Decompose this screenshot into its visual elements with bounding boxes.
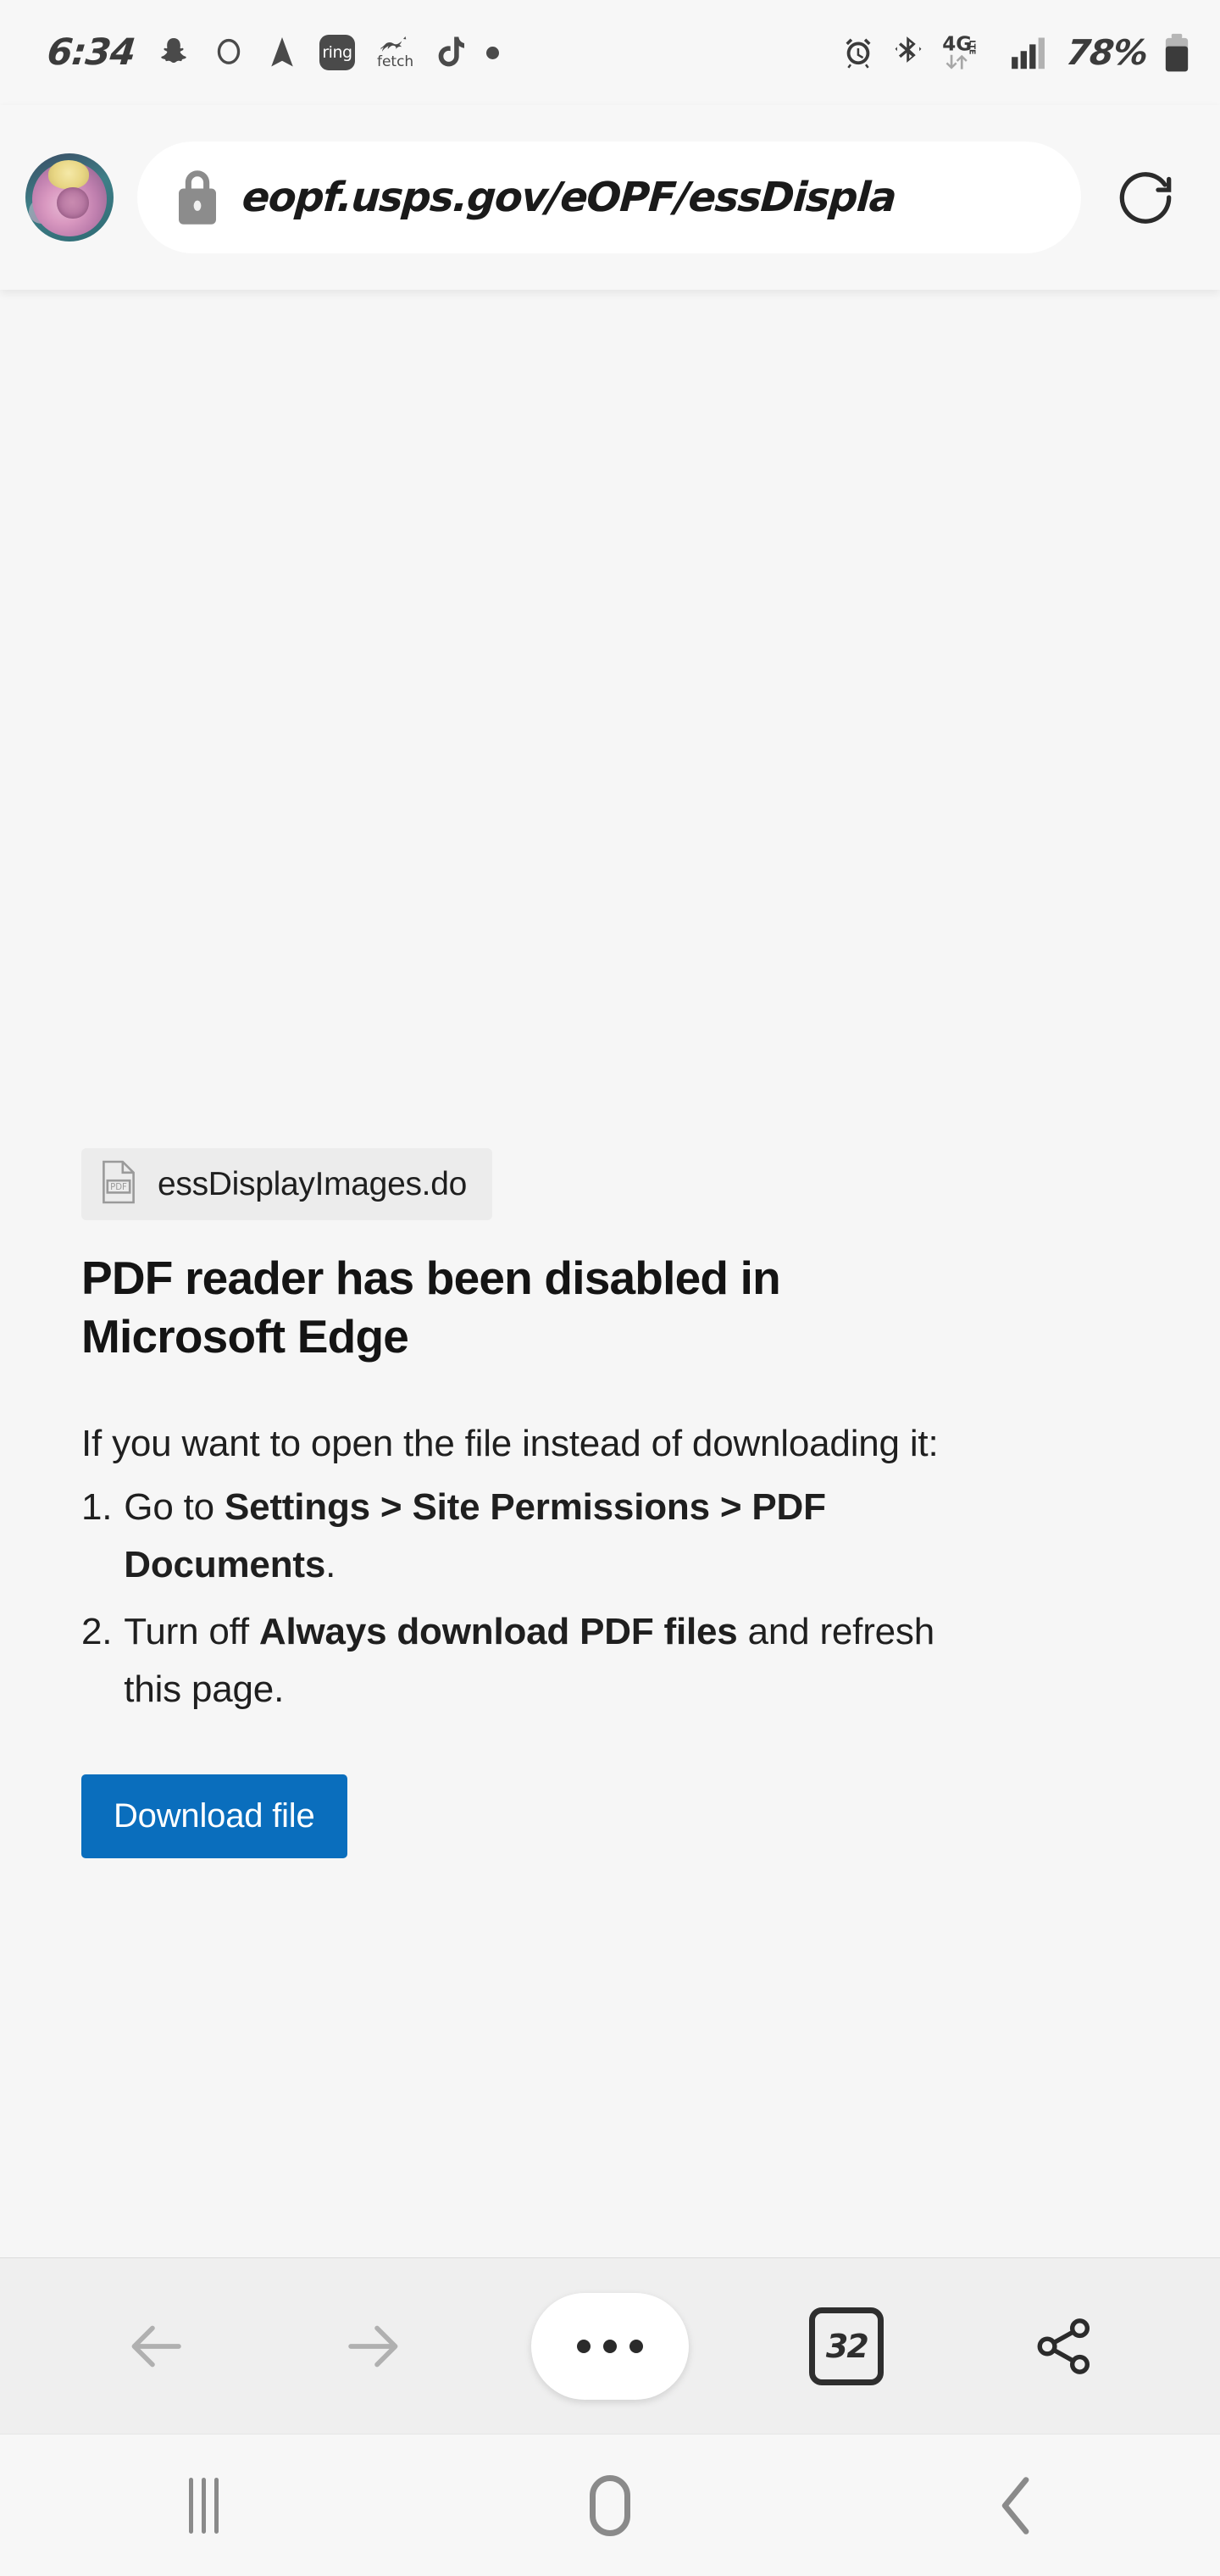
status-bar-left: 6:34 ring fetch	[45, 31, 500, 74]
address-bar[interactable]: eopf.usps.gov/eOPF/essDispla	[137, 142, 1081, 253]
tabs-button[interactable]: 32	[787, 2287, 906, 2406]
lock-icon	[175, 169, 220, 225]
home-button[interactable]	[530, 2455, 690, 2557]
battery-icon	[1164, 33, 1190, 72]
recent-apps-button[interactable]	[123, 2455, 284, 2557]
alexa-icon	[213, 36, 245, 69]
android-navigation-bar	[0, 2434, 1220, 2576]
fetch-app-icon: fetch	[377, 36, 413, 69]
list-item: 1. Go to Settings > Site Permissions > P…	[81, 1479, 1064, 1594]
instruction-intro: If you want to open the file instead of …	[81, 1422, 939, 1464]
pdf-file-icon: PDF	[100, 1160, 137, 1208]
file-name: essDisplayImages.do	[158, 1165, 467, 1202]
share-button[interactable]	[1005, 2287, 1123, 2406]
battery-percentage: 78%	[1064, 32, 1150, 73]
menu-dot-icon	[629, 2339, 643, 2353]
avatar-rose-highlight-decor	[48, 160, 89, 189]
step-text: Go to Settings > Site Permissions > PDF …	[124, 1486, 826, 1586]
system-back-button[interactable]	[936, 2455, 1097, 2557]
back-button[interactable]	[97, 2287, 215, 2406]
recent-apps-icon	[188, 2477, 219, 2534]
signal-bars-icon	[1011, 35, 1050, 70]
tab-count-badge: 32	[809, 2307, 884, 2385]
url-text: eopf.usps.gov/eOPF/essDispla	[241, 174, 898, 221]
download-file-button[interactable]: Download file	[81, 1774, 347, 1859]
network-4g-lte-icon: 4G LTE	[941, 33, 994, 72]
status-bar: 6:34 ring fetch 4G LTE 78%	[0, 0, 1220, 105]
svg-text:LTE: LTE	[968, 40, 977, 54]
bluetooth-icon	[892, 35, 924, 70]
more-options-button[interactable]	[530, 2292, 689, 2400]
list-item: 2. Turn off Always download PDF files an…	[81, 1603, 1064, 1718]
ring-app-icon: ring	[319, 35, 355, 70]
avatar[interactable]	[25, 153, 114, 242]
avatar-rose-center-decor	[57, 186, 89, 219]
alarm-icon	[841, 36, 875, 69]
browser-top-bar: eopf.usps.gov/eOPF/essDispla	[0, 105, 1220, 290]
pdf-blocked-message: PDF essDisplayImages.do PDF reader has b…	[81, 1148, 1064, 1859]
file-chip: PDF essDisplayImages.do	[81, 1148, 492, 1220]
snapchat-icon	[157, 36, 191, 69]
navigation-arrow-icon	[267, 36, 297, 69]
browser-bottom-toolbar: 32	[0, 2257, 1220, 2434]
home-icon	[590, 2474, 630, 2536]
step-number: 1.	[81, 1486, 113, 1529]
step-text: Turn off Always download PDF files and r…	[124, 1610, 934, 1710]
step-number: 2.	[81, 1610, 113, 1652]
status-bar-clock: 6:34	[45, 31, 137, 74]
forward-button[interactable]	[314, 2287, 433, 2406]
svg-text:PDF: PDF	[110, 1183, 127, 1192]
reload-button[interactable]	[1105, 157, 1186, 238]
menu-dot-icon	[576, 2339, 591, 2353]
notification-dot-icon	[486, 46, 500, 59]
page-title: PDF reader has been disabled in Microsof…	[81, 1252, 781, 1363]
menu-dot-icon	[602, 2339, 617, 2353]
page-content-area: PDF essDisplayImages.do PDF reader has b…	[0, 290, 1220, 2257]
phone-screen: 6:34 ring fetch 4G LTE 78% eopf.usps.gov…	[0, 0, 1220, 2576]
instruction-steps: 1. Go to Settings > Site Permissions > P…	[81, 1479, 1064, 1718]
tiktok-icon	[435, 36, 465, 69]
status-bar-right: 4G LTE 78%	[841, 32, 1190, 73]
